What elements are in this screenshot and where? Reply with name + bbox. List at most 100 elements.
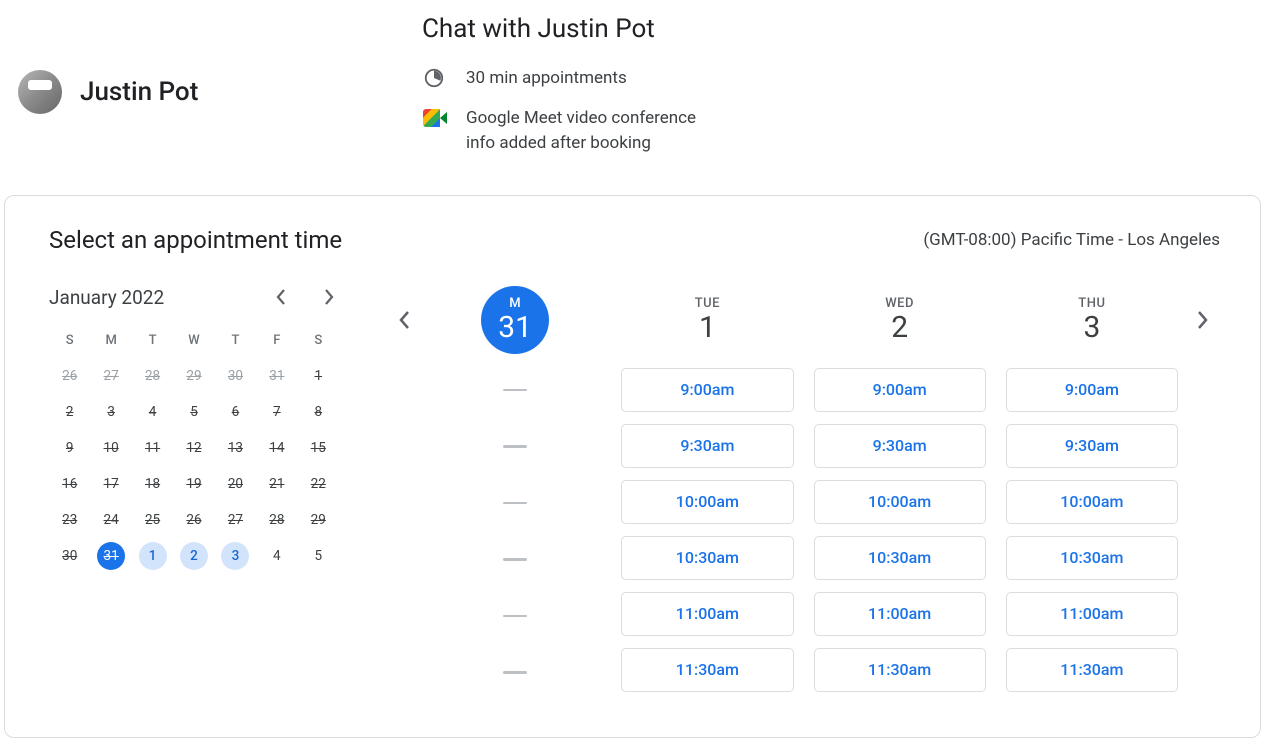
mini-cal-dow: T [215, 327, 256, 358]
mini-cal-day: 9 [56, 434, 84, 462]
mini-cal-day: 7 [263, 398, 291, 426]
slot-day-num: 1 [695, 311, 720, 344]
slots-prev[interactable] [387, 286, 421, 354]
mini-cal-day: 3 [97, 398, 125, 426]
mini-cal-day: 18 [139, 470, 167, 498]
mini-cal-day: 13 [221, 434, 249, 462]
slot-column: TUE1 9:00am 9:30am 10:00am 10:30am 11:00am 11:… [621, 286, 793, 707]
select-title: Select an appointment time [49, 226, 342, 254]
slot-time-button[interactable]: 9:30am [621, 424, 793, 468]
slot-day-header[interactable]: TUE1 [695, 286, 720, 354]
meet-icon [422, 106, 446, 130]
mini-cal-day: 12 [180, 434, 208, 462]
mini-cal-next[interactable] [319, 287, 339, 307]
slot-time-button[interactable]: 11:30am [1006, 648, 1178, 692]
event-title: Chat with Justin Pot [422, 14, 1247, 44]
slot-time-button[interactable]: 10:00am [1006, 480, 1178, 524]
slot-day-dow: TUE [695, 296, 720, 311]
mini-cal-day: 27 [97, 362, 125, 390]
slot-day-header[interactable]: WED2 [885, 286, 914, 354]
mini-calendar: January 2022 SMTWTFS26272829303112345678… [49, 286, 339, 707]
mini-cal-dow: T [132, 327, 173, 358]
mini-cal-day: 27 [221, 506, 249, 534]
slot-time-button[interactable]: 11:00am [621, 592, 793, 636]
mini-cal-day: 29 [180, 362, 208, 390]
slot-empty [503, 558, 527, 561]
mini-cal-day: 26 [180, 506, 208, 534]
slot-day-dow: M [481, 296, 549, 311]
mini-cal-day: 28 [263, 506, 291, 534]
avatar [18, 70, 62, 114]
mini-cal-day[interactable]: 3 [221, 542, 249, 570]
mini-cal-day: 28 [139, 362, 167, 390]
mini-cal-day: 11 [139, 434, 167, 462]
mini-cal-day: 25 [139, 506, 167, 534]
mini-cal-day: 30 [221, 362, 249, 390]
slot-day-dow: THU [1078, 296, 1105, 311]
slot-time-button[interactable]: 10:00am [814, 480, 986, 524]
profile-name: Justin Pot [80, 77, 198, 107]
mini-cal-day[interactable]: 31 [97, 542, 125, 570]
slot-time-button[interactable]: 11:00am [814, 592, 986, 636]
slot-empty [503, 615, 527, 618]
mini-cal-day: 1 [304, 362, 332, 390]
slot-time-button[interactable]: 11:30am [814, 648, 986, 692]
slot-day-header[interactable]: M31 [481, 286, 549, 354]
event-info: Chat with Justin Pot 30 min appointments… [422, 14, 1247, 171]
duration-text: 30 min appointments [466, 66, 627, 92]
slot-day-num: 3 [1078, 311, 1105, 344]
booking-card: Select an appointment time (GMT-08:00) P… [4, 195, 1261, 738]
mini-cal-day: 5 [304, 542, 332, 570]
slot-time-button[interactable]: 9:30am [814, 424, 986, 468]
slot-empty [503, 389, 527, 392]
mini-cal-day: 2 [56, 398, 84, 426]
mini-cal-day: 20 [221, 470, 249, 498]
mini-cal-day: 24 [97, 506, 125, 534]
slot-time-button[interactable]: 11:00am [1006, 592, 1178, 636]
mini-cal-day: 4 [263, 542, 291, 570]
slot-column: WED2 9:00am 9:30am 10:00am 10:30am 11:00am 11:… [814, 286, 986, 707]
mini-cal-day: 22 [304, 470, 332, 498]
mini-cal-day: 10 [97, 434, 125, 462]
mini-cal-day: 29 [304, 506, 332, 534]
mini-cal-day: 21 [263, 470, 291, 498]
slot-time-button[interactable]: 10:30am [814, 536, 986, 580]
slot-time-button[interactable]: 9:00am [1006, 368, 1178, 412]
mini-cal-day: 5 [180, 398, 208, 426]
slot-time-button[interactable]: 10:00am [621, 480, 793, 524]
mini-cal-day[interactable]: 1 [139, 542, 167, 570]
slot-day-header[interactable]: THU3 [1078, 286, 1105, 354]
mini-cal-day: 17 [97, 470, 125, 498]
slot-time-button[interactable]: 9:00am [621, 368, 793, 412]
mini-cal-dow: F [256, 327, 297, 358]
mini-cal-day: 23 [56, 506, 84, 534]
profile-block: Justin Pot [18, 14, 398, 171]
slot-time-button[interactable]: 10:30am [621, 536, 793, 580]
slot-day-num: 2 [885, 311, 914, 344]
slot-empty [503, 671, 527, 674]
mini-cal-dow: S [49, 327, 90, 358]
mini-cal-dow: M [90, 327, 131, 358]
slot-time-button[interactable]: 9:30am [1006, 424, 1178, 468]
slot-time-button[interactable]: 10:30am [1006, 536, 1178, 580]
slot-time-button[interactable]: 9:00am [814, 368, 986, 412]
duration-icon [422, 66, 446, 90]
mini-cal-day[interactable]: 2 [180, 542, 208, 570]
mini-cal-day: 8 [304, 398, 332, 426]
slot-day-dow: WED [885, 296, 914, 311]
mini-cal-dow: S [298, 327, 339, 358]
mini-cal-day: 19 [180, 470, 208, 498]
mini-cal-day: 6 [221, 398, 249, 426]
slots-next[interactable] [1186, 286, 1220, 354]
slot-empty [503, 445, 527, 448]
timezone-label[interactable]: (GMT-08:00) Pacific Time - Los Angeles [923, 230, 1220, 250]
mini-cal-day: 30 [56, 542, 84, 570]
slot-column: THU3 9:00am 9:30am 10:00am 10:30am 11:00am 11:… [1006, 286, 1178, 707]
slot-time-button[interactable]: 11:30am [621, 648, 793, 692]
mini-cal-prev[interactable] [271, 287, 291, 307]
mini-cal-title: January 2022 [49, 286, 164, 309]
mini-cal-day: 26 [56, 362, 84, 390]
mini-cal-dow: W [173, 327, 214, 358]
slot-day-num: 31 [481, 311, 549, 344]
mini-cal-day: 31 [263, 362, 291, 390]
